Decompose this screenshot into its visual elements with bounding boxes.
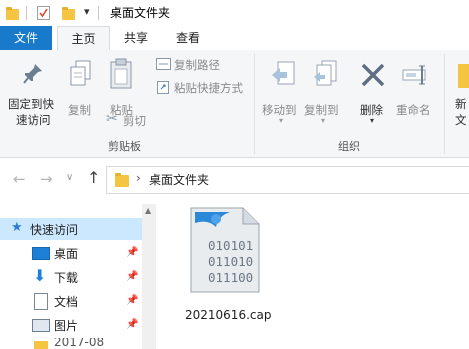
copy-path-icon [156,58,171,70]
nav-item-label: 2017-08 [54,338,105,349]
paste-shortcut-label: 粘贴快捷方式 [174,81,243,95]
tab-share[interactable]: 共享 [114,26,158,50]
address-bar[interactable]: › 桌面文件夹 [106,166,469,194]
pin-to-quick-access-button[interactable]: 固定到快 速访问 [8,58,60,134]
window-title: 桌面文件夹 [110,6,171,20]
pictures-icon [32,319,50,332]
binary-content: 010101 011010 011100 [208,238,253,286]
copy-path-button[interactable]: 复制路径 [156,56,256,74]
pin-icon[interactable]: 📌 [126,319,138,330]
delete-button[interactable]: 删除 ▾ [356,58,390,128]
pin-icon[interactable]: 📌 [126,295,138,306]
rename-button[interactable]: 重命名 [394,58,438,118]
download-icon: ⬇ [33,266,47,285]
properties-icon[interactable] [37,6,50,20]
up-button[interactable]: ↑ [87,168,100,187]
file-name: 20210616.cap [185,308,272,322]
tab-file[interactable]: 文件 [0,26,52,50]
ribbon: 固定到快 速访问 复制 粘贴 复制路径 粘贴快捷方式 ✂ 剪切 剪贴板 移动到 … [0,50,469,158]
rename-icon [402,65,426,85]
new-folder-button[interactable]: 新 文 [452,58,469,128]
pin-icon[interactable]: 📌 [126,271,138,282]
ribbon-tabs: 文件 主页 共享 查看 [0,26,469,51]
scroll-up-icon[interactable]: ▲ [145,206,151,215]
nav-item-folder-2017-08[interactable]: 2017-08 [0,338,142,349]
copy-button[interactable]: 复制 [66,58,96,118]
paste-button[interactable]: 粘贴 [104,58,138,118]
copy-path-label: 复制路径 [174,58,220,72]
move-to-button[interactable]: 移动到 ▾ [262,58,302,128]
tab-home[interactable]: 主页 [57,26,110,51]
nav-item-documents[interactable]: 文档 📌 [0,290,142,312]
delete-dropdown-icon: ▾ [370,116,375,125]
back-button[interactable]: ← [13,170,26,188]
document-icon [34,293,48,310]
move-to-icon [272,61,295,85]
paste-shortcut-icon [157,81,169,94]
pin-label-line2: 速访问 [16,113,51,127]
move-to-dropdown-icon: ▾ [279,116,284,125]
title-bar: ▾ 桌面文件夹 [0,0,469,26]
new-label-line1: 新 [455,97,467,111]
nav-item-quick-access[interactable]: ★ 快速访问 [0,218,142,240]
copy-to-button[interactable]: 复制到 ▾ [304,58,344,128]
nav-item-downloads[interactable]: ⬇ 下载 📌 [0,266,142,288]
nav-item-label: 快速访问 [30,223,79,237]
nav-pane-scrollbar[interactable]: ▲ [142,204,156,349]
delete-x-icon [361,63,385,87]
quick-access-toolbar-dropdown[interactable]: ▾ [84,5,90,18]
pin-label-line1: 固定到快 [8,97,54,111]
binary-line: 011010 [208,254,254,269]
desktop-icon [32,247,50,260]
paste-shortcut-button[interactable]: 粘贴快捷方式 [156,79,266,97]
star-icon: ★ [11,220,23,235]
binary-line: 010101 [208,238,254,253]
nav-item-desktop[interactable]: 桌面 📌 [0,242,142,264]
forward-button[interactable]: → [40,170,53,188]
new-folder-icon[interactable] [62,7,75,20]
nav-item-pictures[interactable]: 图片 📌 [0,314,142,336]
nav-item-label: 图片 [54,319,79,333]
copy-label: 复制 [68,103,91,117]
binary-line: 011100 [208,270,254,285]
new-label-line2: 文 [455,113,467,127]
copy-icon [70,60,91,86]
new-folder-icon [458,64,469,88]
group-divider [254,54,255,154]
toolbar-divider [26,6,27,20]
group-divider [444,54,445,154]
recent-locations-button[interactable]: ∨ [66,172,73,183]
cut-button[interactable]: ✂ 剪切 [106,111,156,129]
folder-icon [34,341,48,349]
copy-to-icon [314,60,337,86]
clipboard-icon [110,58,132,89]
clipboard-group-label: 剪贴板 [108,140,141,153]
rename-label: 重命名 [396,103,431,117]
nav-item-label: 桌面 [54,247,79,261]
organize-group-label: 组织 [338,140,360,153]
folder-icon [115,173,129,187]
nav-item-label: 下载 [54,271,79,285]
path-separator: › [136,171,141,185]
toolbar-divider [98,6,99,20]
pin-icon[interactable]: 📌 [126,247,138,258]
tab-view[interactable]: 查看 [166,26,210,50]
nav-item-label: 文档 [54,295,79,309]
breadcrumb-current[interactable]: 桌面文件夹 [149,171,209,188]
scissors-icon: ✂ [106,111,118,127]
folder-icon [6,7,19,20]
cut-label: 剪切 [123,114,146,128]
pin-icon [23,64,42,84]
copy-to-dropdown-icon: ▾ [321,116,326,125]
file-item[interactable]: 010101 011010 011100 20210616.cap [170,204,288,324]
